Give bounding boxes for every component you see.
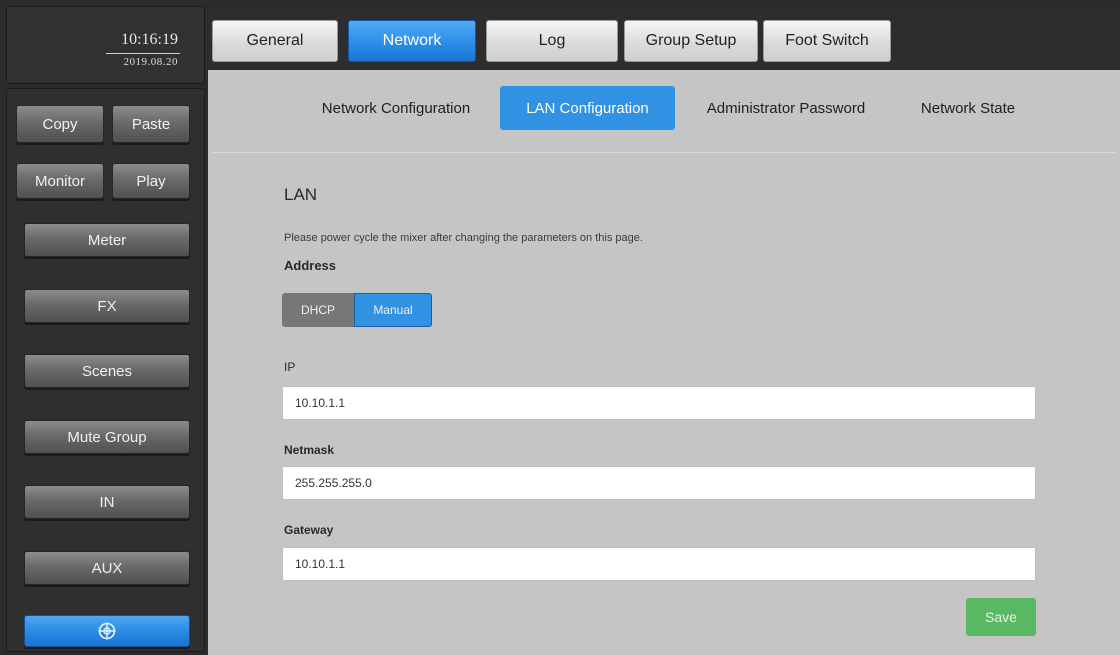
top-tab-bar: General Network Log Group Setup Foot Swi… (208, 6, 1120, 68)
address-label: Address (284, 258, 337, 273)
mute-group-button[interactable]: Mute Group (24, 420, 190, 454)
tab-general[interactable]: General (212, 20, 338, 62)
in-button[interactable]: IN (24, 485, 190, 519)
tab-log[interactable]: Log (486, 20, 618, 62)
monitor-button[interactable]: Monitor (16, 163, 104, 199)
network-shortcut-button[interactable] (24, 615, 190, 647)
section-title: LAN (284, 185, 318, 204)
ip-input[interactable] (282, 386, 1036, 420)
subtab-divider (212, 152, 1116, 153)
scenes-button[interactable]: Scenes (24, 354, 190, 388)
gateway-input[interactable] (282, 547, 1036, 581)
save-button[interactable]: Save (966, 598, 1036, 636)
clock-divider (106, 53, 180, 54)
power-cycle-note: Please power cycle the mixer after chang… (284, 232, 643, 244)
main-panel: Network Configuration LAN Configuration … (208, 70, 1120, 655)
subtab-administrator-password[interactable]: Administrator Password (686, 86, 886, 130)
manual-toggle[interactable]: Manual (354, 293, 432, 327)
clock-panel: 10:16:19 2019.08.20 (6, 6, 205, 84)
tab-network[interactable]: Network (348, 20, 476, 62)
subtab-network-configuration[interactable]: Network Configuration (298, 86, 494, 130)
aux-button[interactable]: AUX (24, 551, 190, 585)
tab-foot-switch[interactable]: Foot Switch (763, 20, 891, 62)
meter-button[interactable]: Meter (24, 223, 190, 257)
subtab-lan-configuration[interactable]: LAN Configuration (500, 86, 675, 130)
gateway-label: Gateway (284, 523, 334, 537)
fx-button[interactable]: FX (24, 289, 190, 323)
globe-icon (98, 622, 116, 640)
tab-group-setup[interactable]: Group Setup (624, 20, 758, 62)
sidebar: Copy Paste Monitor Play Meter FX Scenes … (6, 88, 205, 652)
copy-button[interactable]: Copy (16, 105, 104, 143)
clock-time: 10:16:19 (121, 31, 178, 48)
netmask-label: Netmask (284, 443, 335, 457)
clock-date: 2019.08.20 (123, 56, 178, 68)
play-button[interactable]: Play (112, 163, 190, 199)
ip-label: IP (284, 360, 296, 374)
dhcp-toggle[interactable]: DHCP (282, 293, 354, 327)
subtab-network-state[interactable]: Network State (898, 86, 1038, 130)
netmask-input[interactable] (282, 466, 1036, 500)
paste-button[interactable]: Paste (112, 105, 190, 143)
